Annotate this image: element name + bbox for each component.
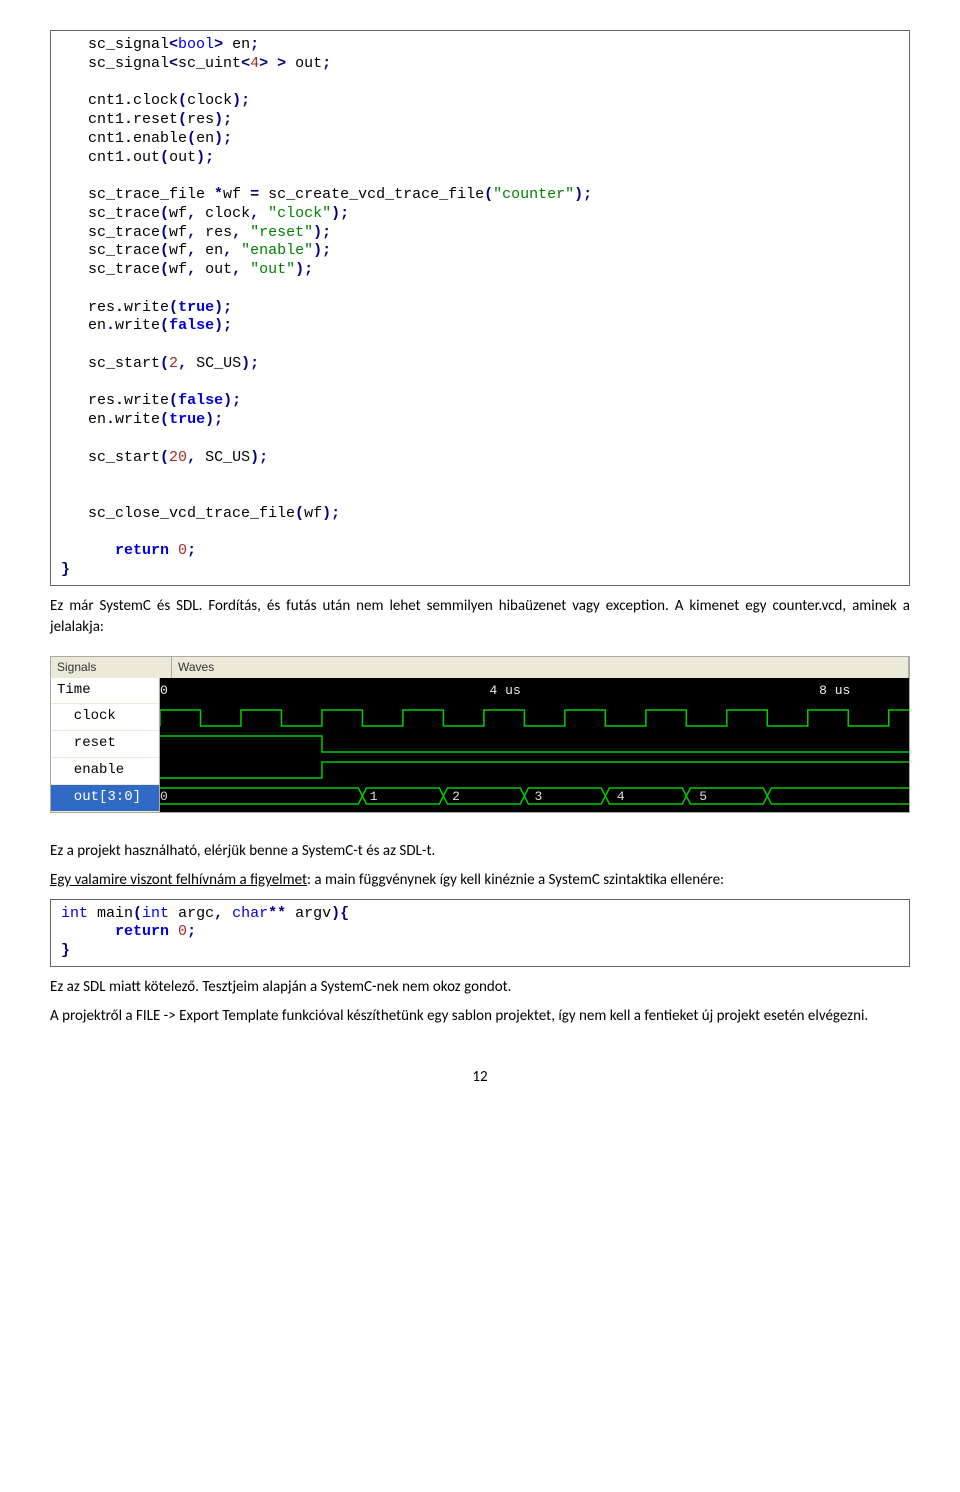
signal-row-reset[interactable]: reset (51, 731, 159, 758)
signals-header: Signals (51, 657, 172, 678)
paragraph-warning: Egy valamire viszont felhívnám a figyelm… (50, 870, 910, 891)
waveform-viewer: Signals Waves Time clock reset enable ou… (50, 656, 910, 813)
paragraph-5: A projektről a FILE -> Export Template f… (50, 1006, 910, 1027)
waves-area: 0 4 us 8 us (160, 678, 909, 812)
code-block-1: sc_signal<bool> en; sc_signal<sc_uint<4>… (50, 30, 910, 586)
time-tick: 8 us (819, 682, 850, 700)
paragraph-intro: Ez már SystemC és SDL. Fordítás, és futá… (50, 596, 910, 638)
waves-header: Waves (172, 657, 909, 678)
bus-value: 4 (617, 788, 625, 806)
signal-row-clock[interactable]: clock (51, 704, 159, 731)
signal-row-enable[interactable]: enable (51, 758, 159, 785)
warning-underline: Egy valamire viszont felhívnám a figyelm… (50, 871, 307, 889)
signal-row-time[interactable]: Time (51, 678, 159, 705)
code-block-2: int main(int argc, char** argv){ return … (50, 899, 910, 967)
time-tick: 4 us (490, 682, 521, 700)
bus-value: 1 (370, 788, 378, 806)
bus-value: 3 (535, 788, 543, 806)
page-number: 12 (50, 1067, 910, 1088)
bus-value: 5 (699, 788, 707, 806)
paragraph-4: Ez az SDL miatt kötelező. Tesztjeim alap… (50, 977, 910, 998)
time-tick: 0 (160, 682, 168, 700)
bus-value: 2 (452, 788, 460, 806)
paragraph-2: Ez a projekt használható, elérjük benne … (50, 841, 910, 862)
bus-value: 0 (160, 788, 168, 806)
warning-rest: : a main függvénynek így kell kinéznie a… (307, 871, 724, 889)
signal-row-out-3-0-[interactable]: out[3:0] (51, 785, 159, 812)
signal-list: Time clock reset enable out[3:0] (51, 678, 160, 812)
